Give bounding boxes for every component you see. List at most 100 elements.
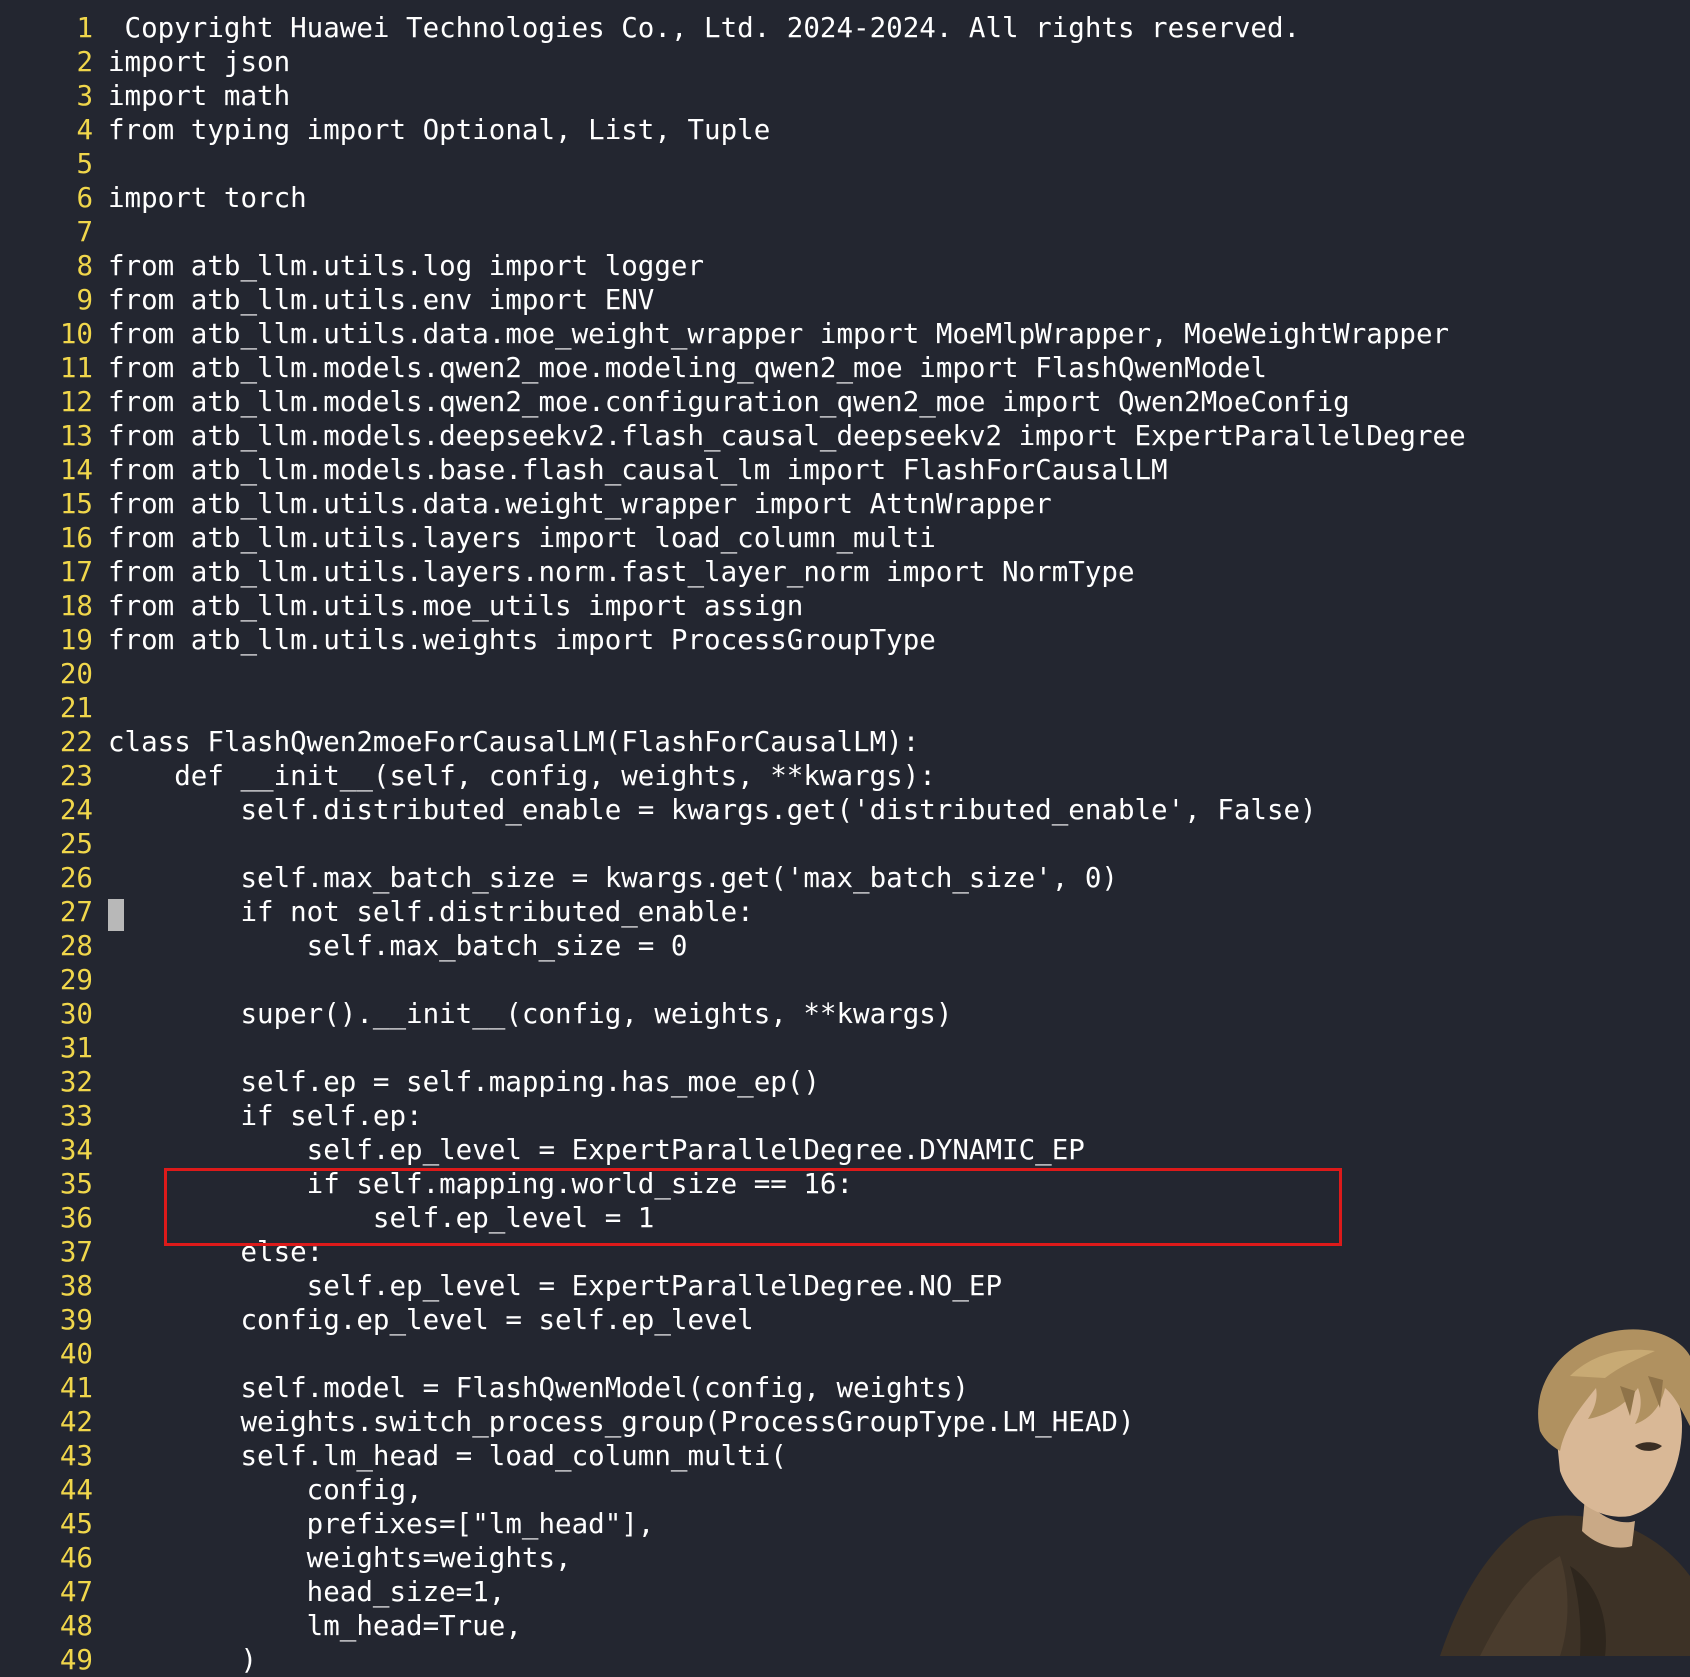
code-line[interactable]: 8 from atb_llm.utils.log import logger <box>0 249 1690 283</box>
code-text[interactable]: import math <box>108 79 290 113</box>
code-text[interactable]: head_size=1, <box>108 1575 506 1609</box>
code-text[interactable]: weights.switch_process_group(ProcessGrou… <box>108 1405 1134 1439</box>
code-line[interactable]: 5 <box>0 147 1690 181</box>
line-number: 17 <box>59 556 93 588</box>
code-text[interactable]: weights=weights, <box>108 1541 572 1575</box>
code-text[interactable]: from typing import Optional, List, Tuple <box>108 113 770 147</box>
code-text[interactable]: self.max_batch_size = 0 <box>108 929 688 963</box>
line-number: 38 <box>59 1270 93 1302</box>
code-line[interactable]: 14 from atb_llm.models.base.flash_causal_… <box>0 453 1690 487</box>
line-number: 26 <box>59 862 93 894</box>
code-line[interactable]: 38 self.ep_level = ExpertParallelDegree.… <box>0 1269 1690 1303</box>
line-number: 20 <box>59 658 93 690</box>
code-line[interactable]: 18 from atb_llm.utils.moe_utils import as… <box>0 589 1690 623</box>
code-text[interactable]: from atb_llm.models.base.flash_causal_lm… <box>108 453 1168 487</box>
code-line[interactable]: 19 from atb_llm.utils.weights import Proc… <box>0 623 1690 657</box>
code-text[interactable]: import torch <box>108 181 307 215</box>
code-line[interactable]: 15 from atb_llm.utils.data.weight_wrapper… <box>0 487 1690 521</box>
code-line[interactable]: 28 self.max_batch_size = 0 <box>0 929 1690 963</box>
code-line[interactable]: 30 super().__init__(config, weights, **k… <box>0 997 1690 1031</box>
code-text[interactable]: lm_head=True, <box>108 1609 522 1643</box>
code-line[interactable]: 13 from atb_llm.models.deepseekv2.flash_c… <box>0 419 1690 453</box>
code-line[interactable]: 7 <box>0 215 1690 249</box>
line-number: 15 <box>59 488 93 520</box>
code-text[interactable]: from atb_llm.utils.data.weight_wrapper i… <box>108 487 1052 521</box>
code-text[interactable]: from atb_llm.utils.moe_utils import assi… <box>108 589 803 623</box>
code-text[interactable]: import json <box>108 45 290 79</box>
code-line[interactable]: 31 <box>0 1031 1690 1065</box>
code-line[interactable]: 21 <box>0 691 1690 725</box>
code-text[interactable]: self.ep = self.mapping.has_moe_ep() <box>108 1065 820 1099</box>
line-number: 14 <box>59 454 93 486</box>
code-text[interactable]: from atb_llm.models.qwen2_moe.configurat… <box>108 385 1350 419</box>
highlight-box-annotation <box>164 1168 1342 1246</box>
code-text[interactable]: from atb_llm.utils.env import ENV <box>108 283 654 317</box>
code-line[interactable]: 11 from atb_llm.models.qwen2_moe.modeling… <box>0 351 1690 385</box>
code-line[interactable]: 4 from typing import Optional, List, Tupl… <box>0 113 1690 147</box>
line-number: 37 <box>59 1236 93 1268</box>
code-line[interactable]: 33 if self.ep: <box>0 1099 1690 1133</box>
code-text[interactable]: prefixes=["lm_head"], <box>108 1507 655 1541</box>
code-text[interactable]: self.ep_level = ExpertParallelDegree.DYN… <box>108 1133 1085 1167</box>
line-number: 39 <box>59 1304 93 1336</box>
code-line[interactable]: 29 <box>0 963 1690 997</box>
code-text[interactable]: config.ep_level = self.ep_level <box>108 1303 753 1337</box>
text-cursor <box>108 899 124 931</box>
code-line[interactable]: 34 self.ep_level = ExpertParallelDegree.… <box>0 1133 1690 1167</box>
code-line[interactable]: 3 import math <box>0 79 1690 113</box>
code-line[interactable]: 25 <box>0 827 1690 861</box>
code-line[interactable]: 2 import json <box>0 45 1690 79</box>
line-number: 46 <box>59 1542 93 1574</box>
code-line[interactable]: 12 from atb_llm.models.qwen2_moe.configur… <box>0 385 1690 419</box>
line-number: 36 <box>59 1202 93 1234</box>
line-number: 30 <box>59 998 93 1030</box>
code-line[interactable]: 9 from atb_llm.utils.env import ENV <box>0 283 1690 317</box>
code-line[interactable]: 32 self.ep = self.mapping.has_moe_ep() <box>0 1065 1690 1099</box>
code-text[interactable]: from atb_llm.utils.data.moe_weight_wrapp… <box>108 317 1449 351</box>
code-line[interactable]: 16 from atb_llm.utils.layers import load_… <box>0 521 1690 555</box>
code-line[interactable]: 6 import torch <box>0 181 1690 215</box>
code-text[interactable]: self.lm_head = load_column_multi( <box>108 1439 786 1473</box>
code-text[interactable]: class FlashQwen2moeForCausalLM(FlashForC… <box>108 725 919 759</box>
anime-character-image <box>1440 1329 1690 1656</box>
code-text[interactable]: if self.ep: <box>108 1099 422 1133</box>
code-text[interactable]: if not self.distributed_enable: <box>108 895 753 929</box>
code-text[interactable]: from atb_llm.models.qwen2_moe.modeling_q… <box>108 351 1267 385</box>
code-text[interactable]: self.model = FlashQwenModel(config, weig… <box>108 1371 969 1405</box>
code-text[interactable]: config, <box>108 1473 423 1507</box>
code-text[interactable]: ) <box>108 1643 257 1677</box>
code-text[interactable]: from atb_llm.utils.weights import Proces… <box>108 623 936 657</box>
line-number: 4 <box>76 114 93 146</box>
line-number: 16 <box>59 522 93 554</box>
code-text[interactable]: self.max_batch_size = kwargs.get('max_ba… <box>108 861 1118 895</box>
code-line[interactable]: 1 Copyright Huawei Technologies Co., Ltd… <box>0 11 1690 45</box>
code-text[interactable]: from atb_llm.utils.log import logger <box>108 249 704 283</box>
code-line[interactable]: 10 from atb_llm.utils.data.moe_weight_wra… <box>0 317 1690 351</box>
line-number: 34 <box>59 1134 93 1166</box>
line-number: 33 <box>59 1100 93 1132</box>
code-text[interactable]: from atb_llm.utils.layers import load_co… <box>108 521 936 555</box>
line-number: 48 <box>59 1610 93 1642</box>
code-line[interactable]: 20 <box>0 657 1690 691</box>
code-line[interactable]: 26 self.max_batch_size = kwargs.get('max… <box>0 861 1690 895</box>
line-number: 35 <box>59 1168 93 1200</box>
code-text[interactable]: Copyright Huawei Technologies Co., Ltd. … <box>108 11 1301 45</box>
line-number: 41 <box>59 1372 93 1404</box>
code-text[interactable]: super().__init__(config, weights, **kwar… <box>108 997 952 1031</box>
line-number: 12 <box>59 386 93 418</box>
code-text[interactable]: self.ep_level = ExpertParallelDegree.NO_… <box>108 1269 1002 1303</box>
code-line[interactable]: 22 class FlashQwen2moeForCausalLM(FlashFo… <box>0 725 1690 759</box>
code-text[interactable]: self.distributed_enable = kwargs.get('di… <box>108 793 1316 827</box>
line-number: 19 <box>59 624 93 656</box>
code-text[interactable]: from atb_llm.utils.layers.norm.fast_laye… <box>108 555 1135 589</box>
code-line[interactable]: 24 self.distributed_enable = kwargs.get(… <box>0 793 1690 827</box>
code-line[interactable]: 27 if not self.distributed_enable: <box>0 895 1690 929</box>
code-line[interactable]: 17 from atb_llm.utils.layers.norm.fast_la… <box>0 555 1690 589</box>
code-line[interactable]: 23 def __init__(self, config, weights, *… <box>0 759 1690 793</box>
line-number: 43 <box>59 1440 93 1472</box>
line-number: 5 <box>76 148 93 180</box>
code-text[interactable]: from atb_llm.models.deepseekv2.flash_cau… <box>108 419 1466 453</box>
code-text[interactable]: def __init__(self, config, weights, **kw… <box>108 759 936 793</box>
line-number: 3 <box>76 80 93 112</box>
line-number: 32 <box>59 1066 93 1098</box>
